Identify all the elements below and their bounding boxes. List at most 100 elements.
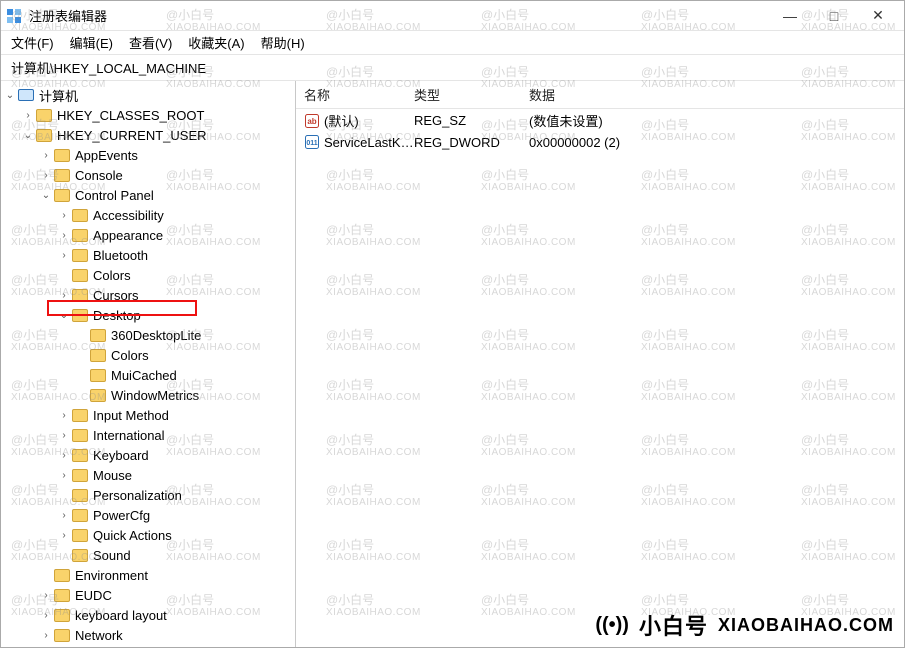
tree-node[interactable]: › EUDC [39, 585, 295, 605]
tree-node[interactable]: ›Bluetooth [57, 245, 295, 265]
chevron-right-icon[interactable]: › [39, 148, 53, 162]
table-row[interactable]: ab (默认) REG_SZ (数值未设置) [296, 109, 904, 132]
folder-icon [90, 329, 106, 342]
chevron-down-icon[interactable]: ⌄ [57, 308, 71, 322]
tree-node-controlpanel[interactable]: ⌄Control Panel [39, 185, 295, 205]
chevron-right-icon[interactable]: › [57, 468, 71, 482]
chevron-down-icon[interactable]: ⌄ [21, 128, 35, 142]
tree-node-appevents[interactable]: › AppEvents [39, 145, 295, 165]
tree-node[interactable]: › Mouse [57, 465, 295, 485]
value-name: ServiceLastKno... [324, 135, 414, 150]
tree-node[interactable]: 360DesktopLite [75, 325, 295, 345]
chevron-right-icon[interactable]: › [57, 508, 71, 522]
value-list[interactable]: ab (默认) REG_SZ (数值未设置) 011 ServiceLastKn… [296, 109, 904, 647]
tree-label: Quick Actions [93, 528, 172, 543]
chevron-right-icon[interactable]: › [57, 408, 71, 422]
brand-en: XIAOBAIHAO.COM [718, 615, 894, 636]
brand-footer: ((•)) 小白号 XIAOBAIHAO.COM [595, 609, 894, 641]
close-button[interactable]: ✕ [856, 2, 900, 30]
menu-view[interactable]: 查看(V) [129, 33, 172, 52]
tree-node[interactable]: ›Network [39, 625, 295, 645]
tree-node[interactable]: Sound [57, 545, 295, 565]
folder-icon [54, 589, 70, 602]
column-headers[interactable]: 名称 类型 数据 [296, 81, 904, 109]
minimize-button[interactable]: — [768, 2, 812, 30]
tree-node[interactable]: ›Input Method [57, 405, 295, 425]
menu-favorites[interactable]: 收藏夹(A) [188, 33, 244, 52]
tree-node-hkcu[interactable]: ⌄ HKEY_CURRENT_USER [21, 125, 295, 145]
value-data: 0x00000002 (2) [529, 135, 904, 150]
chevron-right-icon[interactable]: › [57, 208, 71, 222]
tree-node[interactable]: ›keyboard layout [39, 605, 295, 625]
value-type: REG_DWORD [414, 135, 529, 150]
chevron-right-icon[interactable]: › [57, 248, 71, 262]
chevron-down-icon[interactable]: ⌄ [3, 88, 17, 102]
tree-label: WindowMetrics [111, 388, 199, 403]
folder-icon [72, 449, 88, 462]
chevron-right-icon[interactable]: › [57, 288, 71, 302]
tree-node[interactable]: MuiCached [75, 365, 295, 385]
tree-node[interactable]: › Quick Actions [57, 525, 295, 545]
chevron-right-icon[interactable]: › [21, 108, 35, 122]
maximize-button[interactable]: □ [812, 2, 856, 30]
folder-icon [72, 209, 88, 222]
tree-node[interactable]: Environment [39, 565, 295, 585]
tree-node[interactable]: ›International [57, 425, 295, 445]
folder-icon [72, 529, 88, 542]
folder-icon [36, 109, 52, 122]
menu-edit[interactable]: 编辑(E) [70, 33, 113, 52]
content-area: ⌄ 计算机 › HKEY_CLASSES_ROOT [1, 81, 904, 647]
tree-node[interactable]: ›Printers [39, 645, 295, 647]
tree-pane[interactable]: ⌄ 计算机 › HKEY_CLASSES_ROOT [1, 81, 296, 647]
tree-label: Mouse [93, 468, 132, 483]
chevron-down-icon[interactable]: ⌄ [39, 188, 53, 202]
tree-node[interactable]: Personalization [57, 485, 295, 505]
tree-node[interactable]: ›PowerCfg [57, 505, 295, 525]
tree-node-computer[interactable]: ⌄ 计算机 [3, 85, 295, 105]
tree-node-hkcr[interactable]: › HKEY_CLASSES_ROOT [21, 105, 295, 125]
tree-label: Colors [111, 348, 149, 363]
tree-node-console[interactable]: ›Console [39, 165, 295, 185]
window-title: 注册表编辑器 [29, 6, 768, 25]
tree-node[interactable]: ›Keyboard [57, 445, 295, 465]
tree-node-desktop[interactable]: ⌄Desktop [57, 305, 295, 325]
tree-node[interactable]: Colors [75, 345, 295, 365]
folder-icon [72, 269, 88, 282]
tree-label: 计算机 [39, 86, 78, 105]
tree-label: Appearance [93, 228, 163, 243]
menu-help[interactable]: 帮助(H) [261, 33, 305, 52]
tree-label: EUDC [75, 588, 112, 603]
tree-node[interactable]: WindowMetrics [75, 385, 295, 405]
chevron-right-icon[interactable]: › [57, 428, 71, 442]
col-header-data[interactable]: 数据 [529, 85, 904, 104]
tree-label: Sound [93, 548, 131, 563]
tree-node[interactable]: Colors [57, 265, 295, 285]
folder-icon [54, 189, 70, 202]
app-icon [5, 7, 23, 25]
folder-icon [72, 489, 88, 502]
chevron-right-icon[interactable]: › [39, 168, 53, 182]
col-header-type[interactable]: 类型 [414, 85, 529, 104]
menu-file[interactable]: 文件(F) [11, 33, 54, 52]
tree-node[interactable]: › Appearance [57, 225, 295, 245]
tree-node[interactable]: › Cursors [57, 285, 295, 305]
folder-icon [72, 549, 88, 562]
chevron-right-icon[interactable]: › [57, 448, 71, 462]
chevron-right-icon[interactable]: › [57, 528, 71, 542]
col-header-name[interactable]: 名称 [304, 85, 414, 104]
tree-label: Personalization [93, 488, 182, 503]
tree-label: Cursors [93, 288, 139, 303]
chevron-right-icon[interactable]: › [39, 588, 53, 602]
tree-label: AppEvents [75, 148, 138, 163]
address-bar[interactable]: 计算机\HKEY_LOCAL_MACHINE [1, 55, 904, 81]
folder-icon [72, 229, 88, 242]
folder-icon [90, 389, 106, 402]
tree-node[interactable]: ›Accessibility [57, 205, 295, 225]
tree-label: Environment [75, 568, 148, 583]
chevron-right-icon[interactable]: › [39, 628, 53, 642]
table-row[interactable]: 011 ServiceLastKno... REG_DWORD 0x000000… [296, 132, 904, 152]
chevron-right-icon[interactable]: › [39, 608, 53, 622]
folder-icon [36, 129, 52, 142]
chevron-right-icon[interactable]: › [57, 228, 71, 242]
window: 注册表编辑器 — □ ✕ 文件(F) 编辑(E) 查看(V) 收藏夹(A) 帮助… [0, 0, 905, 648]
